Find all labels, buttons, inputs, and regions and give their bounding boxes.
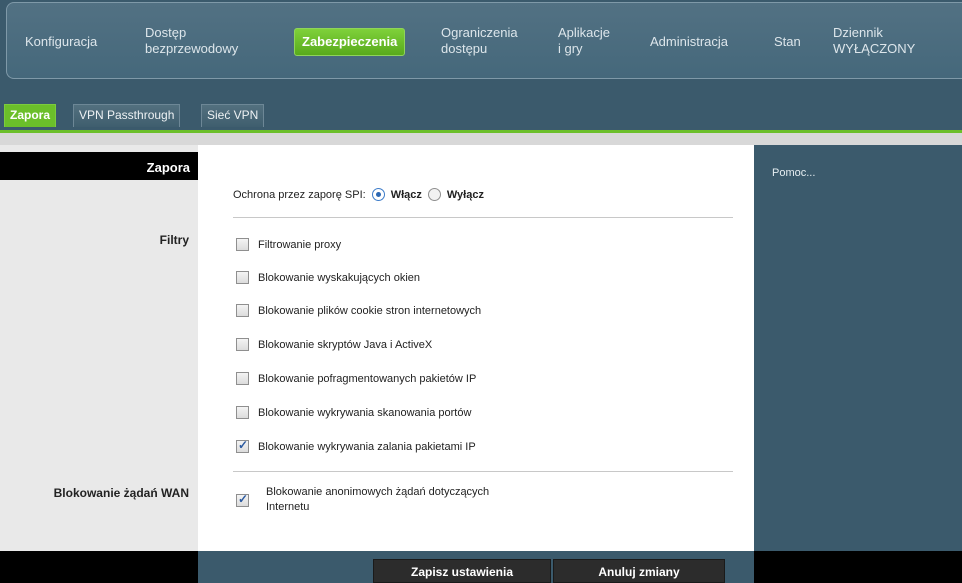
filter-fragmented-ip-checkbox[interactable] [236, 372, 249, 385]
cancel-changes-button[interactable]: Anuluj zmiany [553, 559, 725, 583]
footer-actions: Zapisz ustawienia Anuluj zmiany [198, 551, 754, 583]
help-link[interactable]: Pomoc... [772, 167, 815, 179]
tab-zapora[interactable]: Zapora [4, 104, 57, 127]
filter-label: Filtrowanie proxy [258, 238, 342, 251]
wan-label: Blokowanie anonimowych żądań dotyczących… [266, 485, 489, 515]
filter-cookie-checkbox[interactable] [236, 304, 249, 317]
filter-row: Blokowanie skryptów Java i ActiveX [236, 338, 432, 351]
divider [233, 471, 733, 472]
filter-label: Blokowanie plików cookie stron interneto… [258, 304, 482, 317]
wan-anonymous-request-checkbox[interactable] [236, 492, 249, 507]
footer-right [754, 551, 962, 583]
filter-ip-flood-checkbox[interactable] [236, 438, 249, 453]
spi-row: Ochrona przez zaporę SPI: Włącz Wyłącz [233, 188, 484, 201]
spi-label: Ochrona przez zaporę SPI: [233, 188, 366, 201]
nav-item-dziennik[interactable]: Dziennik WYŁĄCZONY [833, 25, 915, 57]
nav-item-konfiguracja[interactable]: Konfiguracja [25, 34, 97, 50]
label-blokowanie-zadan-wan: Blokowanie żądań WAN [53, 486, 189, 500]
separator-band [0, 133, 962, 145]
section-header-zapora: Zapora [0, 152, 198, 180]
divider [233, 217, 733, 218]
wan-label-line1: Blokowanie anonimowych żądań dotyczących [266, 486, 490, 498]
help-gap [754, 145, 762, 551]
label-filtry: Filtry [159, 233, 189, 247]
filter-java-activex-checkbox[interactable] [236, 338, 249, 351]
filter-proxy-checkbox[interactable] [236, 238, 249, 251]
filter-port-scan-checkbox[interactable] [236, 406, 249, 419]
filter-label: Blokowanie pofragmentowanych pakietów IP [258, 372, 477, 385]
filter-row: Blokowanie wyskakujących okien [236, 271, 420, 284]
filter-row: Blokowanie plików cookie stron interneto… [236, 304, 481, 317]
nav-item-administracja[interactable]: Administracja [650, 34, 728, 50]
nav-item-stan[interactable]: Stan [774, 34, 801, 50]
tab-siec-vpn[interactable]: Sieć VPN [201, 104, 265, 127]
nav-item-ograniczenia-dostepu[interactable]: Ograniczenia dostępu [441, 25, 518, 57]
nav-item-aplikacje-i-gry[interactable]: Aplikacje i gry [558, 25, 610, 57]
filter-row: Blokowanie wykrywania skanowania portów [236, 406, 471, 419]
main-content: Ochrona przez zaporę SPI: Włącz Wyłącz F… [198, 145, 754, 551]
help-panel: Pomoc... [762, 152, 962, 551]
filter-label: Blokowanie wykrywania skanowania portów [258, 406, 472, 419]
spi-enable-label: Włącz [390, 188, 422, 201]
filter-row: Filtrowanie proxy [236, 238, 341, 251]
spi-disable-radio[interactable] [427, 188, 441, 201]
filter-row: Blokowanie wykrywania zalania pakietami … [236, 438, 476, 453]
filter-label: Blokowanie wykrywania zalania pakietami … [258, 440, 476, 453]
save-settings-button[interactable]: Zapisz ustawienia [373, 559, 551, 583]
sub-tab-bar: Zapora VPN Passthrough Sieć VPN [0, 80, 962, 130]
filter-label: Blokowanie wyskakujących okien [258, 271, 421, 284]
top-navigation: Konfiguracja Dostęp bezprzewodowy Zabezp… [6, 2, 962, 79]
filter-row: Blokowanie pofragmentowanych pakietów IP [236, 372, 476, 385]
spi-disable-label: Wyłącz [446, 188, 484, 201]
tab-vpn-passthrough[interactable]: VPN Passthrough [73, 104, 181, 127]
filter-label: Blokowanie skryptów Java i ActiveX [258, 338, 433, 351]
wan-row: Blokowanie anonimowych żądań dotyczących… [236, 485, 489, 515]
filter-popup-checkbox[interactable] [236, 271, 249, 284]
nav-item-dostep-bezprzewodowy[interactable]: Dostęp bezprzewodowy [145, 25, 238, 57]
wan-label-line2: Internetu [266, 501, 310, 513]
footer-left [0, 551, 198, 583]
spi-enable-radio[interactable] [371, 188, 385, 201]
nav-item-zabezpieczenia[interactable]: Zabezpieczenia [294, 28, 406, 56]
